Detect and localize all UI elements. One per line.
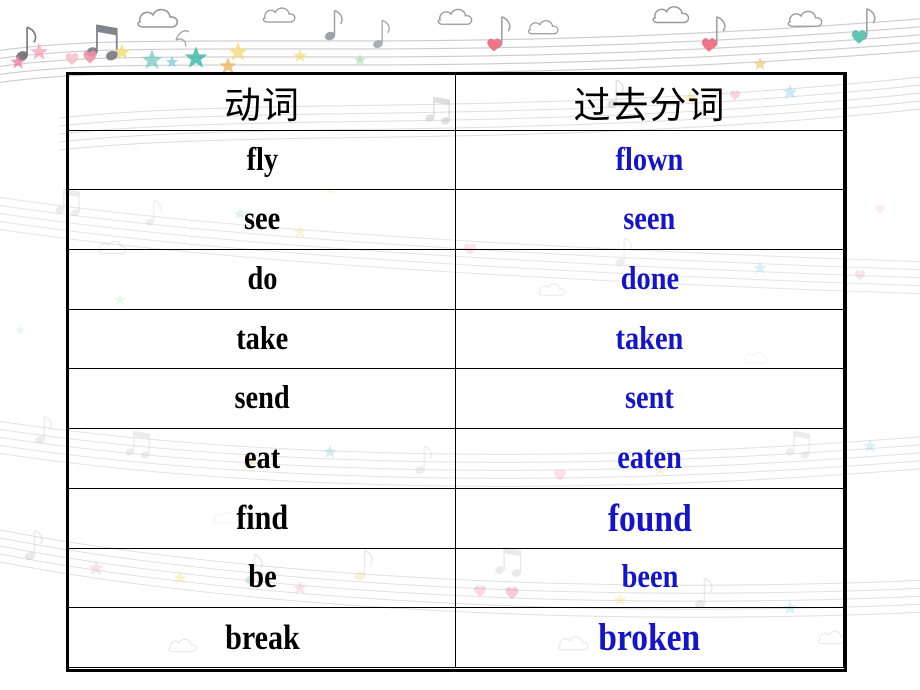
cell-participle: done: [455, 249, 844, 310]
verb-text: see: [243, 201, 281, 238]
participle-text: taken: [615, 320, 684, 357]
cell-participle: seen: [455, 189, 844, 251]
header-label-verb: 动词: [224, 84, 300, 128]
cell-participle: found: [455, 487, 844, 549]
cell-verb: break: [68, 607, 456, 668]
participle-text: done: [620, 260, 679, 297]
header-cell-participle: 过去分词: [455, 74, 844, 131]
verb-text: break: [224, 617, 300, 657]
cell-verb: do: [68, 249, 456, 310]
cell-participle: broken: [455, 607, 844, 668]
verb-participle-table-container: 动词 过去分词 fly flown see seen do done take taken send…: [66, 72, 847, 672]
cell-verb: see: [68, 189, 456, 251]
verb-text: send: [234, 380, 290, 417]
cell-participle: sent: [455, 368, 844, 430]
table-row: do done: [68, 249, 844, 310]
cell-verb: be: [68, 547, 456, 609]
header-label-participle: 过去分词: [573, 84, 726, 128]
table-row: be been: [68, 547, 844, 609]
table-row: fly flown: [68, 129, 844, 191]
cell-verb: eat: [68, 428, 456, 489]
table-row: eat eaten: [68, 428, 844, 489]
header-cell-verb: 动词: [68, 74, 456, 131]
verb-text: eat: [243, 440, 281, 477]
participle-text: found: [607, 496, 692, 540]
participle-text: been: [621, 559, 678, 596]
cell-participle: eaten: [455, 428, 844, 489]
participle-text: sent: [625, 380, 674, 417]
participle-text: seen: [623, 201, 676, 238]
table-row: see seen: [68, 189, 844, 251]
participle-text: broken: [598, 616, 701, 660]
table-row: take taken: [68, 308, 844, 370]
cell-verb: send: [68, 368, 456, 430]
table-row: find found: [68, 487, 844, 549]
participle-text: eaten: [617, 440, 682, 477]
cell-participle: taken: [455, 308, 844, 370]
table-row: break broken: [68, 607, 844, 668]
participle-text: flown: [615, 141, 684, 178]
verb-text: do: [247, 260, 277, 297]
verb-participle-table: 动词 过去分词 fly flown see seen do done take taken send…: [68, 74, 844, 668]
cell-participle: flown: [455, 129, 844, 191]
table-row: send sent: [68, 368, 844, 430]
verb-text: take: [235, 320, 289, 357]
verb-text: fly: [246, 141, 278, 178]
cell-verb: find: [68, 487, 456, 549]
cell-verb: take: [68, 308, 456, 370]
verb-text: be: [247, 559, 277, 596]
cell-verb: fly: [68, 129, 456, 191]
table-header-row: 动词 过去分词: [68, 74, 844, 131]
cell-participle: been: [455, 547, 844, 609]
verb-text: find: [236, 498, 288, 538]
